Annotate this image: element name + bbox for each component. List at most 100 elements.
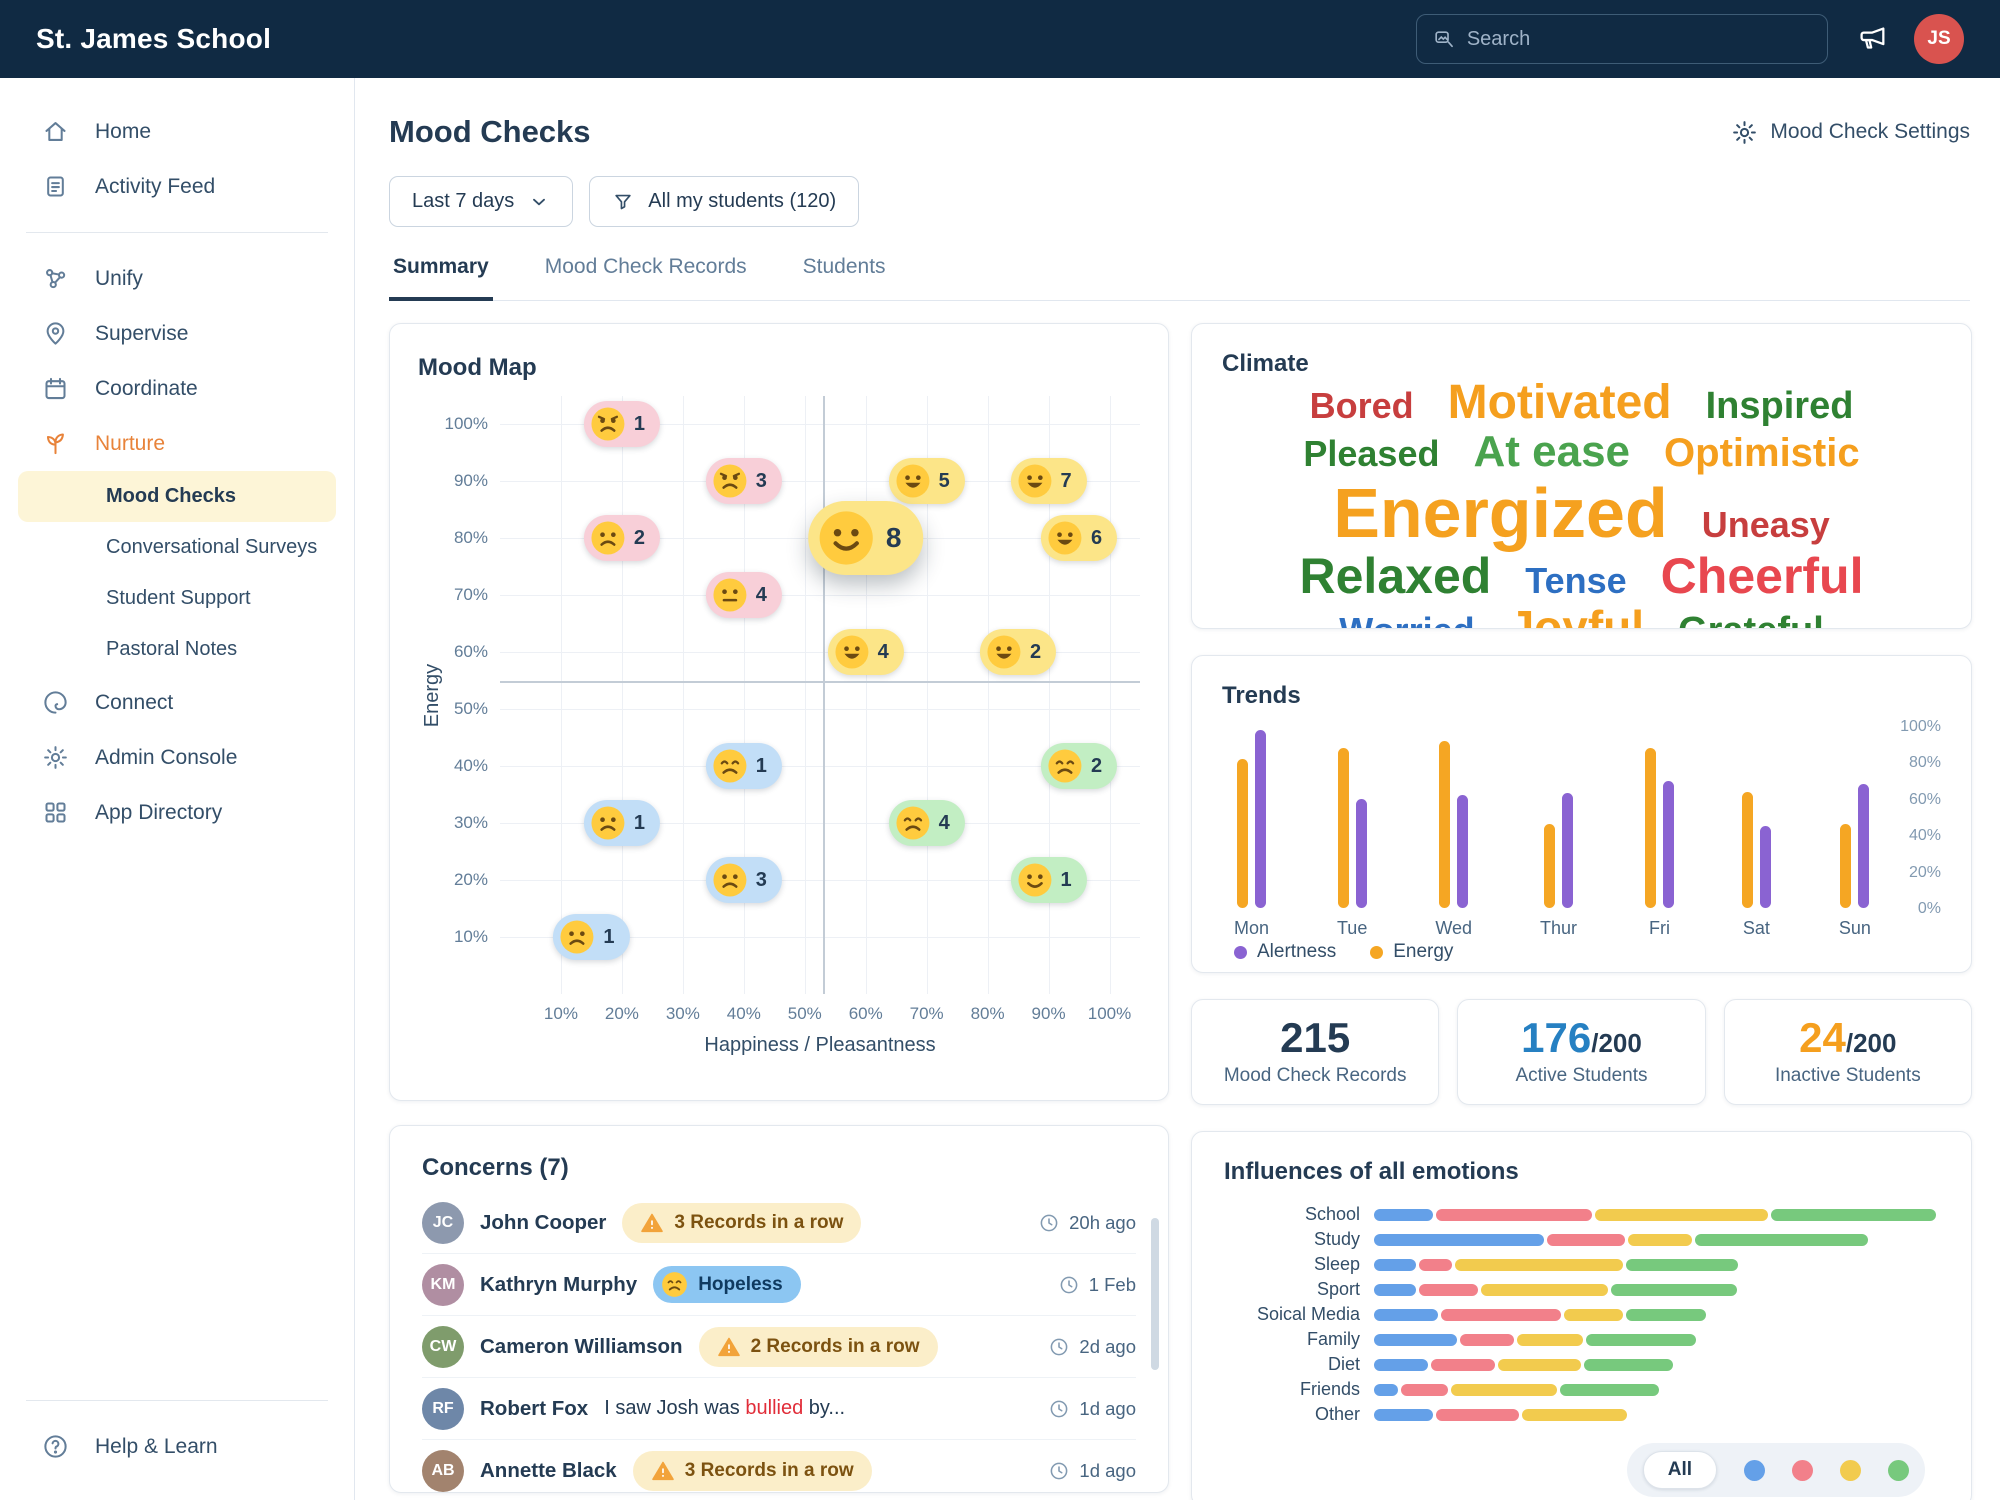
emoji-face-angry bbox=[590, 406, 626, 442]
warning-tag: 2 Records in a row bbox=[699, 1327, 938, 1367]
filter-all-button[interactable]: All bbox=[1643, 1451, 1717, 1489]
climate-word: Joyful bbox=[1509, 603, 1644, 629]
mood-bubble[interactable]: 2 bbox=[584, 515, 660, 561]
search-input[interactable] bbox=[1467, 28, 1811, 51]
stat-value: 176 bbox=[1521, 1014, 1591, 1061]
influence-segment-yellow bbox=[1498, 1359, 1581, 1371]
mood-bubble[interactable]: 4 bbox=[889, 800, 965, 846]
filter-dot-red[interactable] bbox=[1792, 1460, 1813, 1481]
mood-bubble[interactable]: 1 bbox=[553, 914, 629, 960]
sidebar-item-conversational-surveys[interactable]: Conversational Surveys bbox=[18, 522, 336, 573]
mood-bubble[interactable]: 3 bbox=[706, 458, 782, 504]
sidebar-item-supervise[interactable]: Supervise bbox=[0, 306, 354, 361]
alertness-bar[interactable] bbox=[1457, 795, 1468, 908]
energy-bar[interactable] bbox=[1544, 824, 1555, 908]
sidebar-item-nurture[interactable]: Nurture bbox=[0, 416, 354, 471]
mood-bubble[interactable]: 5 bbox=[889, 458, 965, 504]
filter-dot-green[interactable] bbox=[1888, 1460, 1909, 1481]
tab-mood-check-records[interactable]: Mood Check Records bbox=[541, 255, 751, 300]
trends-day-group: Fri bbox=[1645, 726, 1674, 939]
climate-word: Grateful bbox=[1678, 611, 1824, 629]
scrollbar-thumb[interactable] bbox=[1151, 1218, 1159, 1370]
influence-segment-yellow bbox=[1451, 1384, 1557, 1396]
y-tick: 20% bbox=[454, 870, 488, 890]
stats-row: 215 Mood Check Records 176/200 Active St… bbox=[1191, 999, 1972, 1105]
concern-row[interactable]: AB Annette Black 3 Records in a row 1d a… bbox=[422, 1440, 1136, 1493]
filter-dot-blue[interactable] bbox=[1744, 1460, 1765, 1481]
sidebar-item-label: Coordinate bbox=[95, 377, 198, 401]
emoji-face-smile bbox=[817, 509, 875, 567]
announcements-icon[interactable] bbox=[1856, 23, 1888, 55]
sidebar-item-mood-checks[interactable]: Mood Checks bbox=[18, 471, 336, 522]
sidebar-item-home[interactable]: Home bbox=[0, 104, 354, 159]
concern-row[interactable]: KM Kathryn Murphy Hopeless 1 Feb bbox=[422, 1254, 1136, 1316]
trends-day-group: Sun bbox=[1839, 726, 1871, 939]
energy-bar[interactable] bbox=[1237, 759, 1248, 908]
sidebar-item-help-learn[interactable]: Help & Learn bbox=[0, 1419, 354, 1474]
students-filter-button[interactable]: All my students (120) bbox=[589, 176, 859, 227]
concern-row[interactable]: RF Robert Fox I saw Josh was bullied by.… bbox=[422, 1378, 1136, 1440]
mood-tag: Hopeless bbox=[653, 1266, 800, 1303]
sidebar-item-student-support[interactable]: Student Support bbox=[18, 573, 336, 624]
influence-label: Diet bbox=[1224, 1354, 1374, 1375]
search-box[interactable] bbox=[1416, 14, 1828, 64]
mood-bubble[interactable]: 3 bbox=[706, 857, 782, 903]
legend-alertness: Alertness bbox=[1234, 941, 1336, 963]
influence-row: Diet bbox=[1224, 1352, 1939, 1377]
sidebar-item-activity-feed[interactable]: Activity Feed bbox=[0, 159, 354, 214]
mood-bubble[interactable]: 1 bbox=[706, 743, 782, 789]
mood-bubble-count: 6 bbox=[1091, 527, 1102, 550]
alertness-bar[interactable] bbox=[1356, 799, 1367, 908]
alertness-bar[interactable] bbox=[1562, 793, 1573, 908]
alertness-bar[interactable] bbox=[1858, 784, 1869, 908]
emoji-face-calm bbox=[895, 805, 931, 841]
mood-bubble[interactable]: 2 bbox=[980, 629, 1056, 675]
stat-value: 215 bbox=[1280, 1014, 1350, 1061]
trends-day-group: Tue bbox=[1337, 726, 1367, 939]
mood-bubble[interactable]: 4 bbox=[828, 629, 904, 675]
clock-icon bbox=[1038, 1212, 1060, 1234]
mood-bubble-count: 4 bbox=[939, 812, 950, 835]
mood-bubble[interactable]: 1 bbox=[1011, 857, 1087, 903]
energy-bar[interactable] bbox=[1742, 792, 1753, 908]
tab-summary[interactable]: Summary bbox=[389, 255, 493, 301]
climate-word: At ease bbox=[1473, 429, 1630, 476]
influence-segment-yellow bbox=[1595, 1209, 1768, 1221]
sidebar-item-pastoral-notes[interactable]: Pastoral Notes bbox=[18, 624, 336, 675]
mood-bubble[interactable]: 7 bbox=[1011, 458, 1087, 504]
trends-groups: Mon Tue Wed Thur Fri bbox=[1222, 726, 1883, 939]
mood-bubble[interactable]: 2 bbox=[1041, 743, 1117, 789]
climate-word: Relaxed bbox=[1300, 550, 1492, 603]
alertness-bar[interactable] bbox=[1663, 781, 1674, 908]
influence-segment-blue bbox=[1374, 1309, 1438, 1321]
alertness-bar[interactable] bbox=[1760, 826, 1771, 908]
sidebar-item-coordinate[interactable]: Coordinate bbox=[0, 361, 354, 416]
alertness-bar[interactable] bbox=[1255, 730, 1266, 908]
filter-dot-yellow[interactable] bbox=[1840, 1460, 1861, 1481]
energy-bar[interactable] bbox=[1645, 748, 1656, 908]
influence-segment-green bbox=[1626, 1309, 1706, 1321]
user-avatar[interactable]: JS bbox=[1914, 14, 1964, 64]
mood-bubble[interactable]: 1 bbox=[584, 401, 660, 447]
mood-bubble[interactable]: 1 bbox=[584, 800, 660, 846]
concern-row[interactable]: JC John Cooper 3 Records in a row 20h ag… bbox=[422, 1192, 1136, 1254]
trends-day-group: Sat bbox=[1742, 726, 1771, 939]
emoji-face-angry bbox=[712, 463, 748, 499]
sidebar-item-unify[interactable]: Unify bbox=[0, 251, 354, 306]
sidebar-item-connect[interactable]: Connect bbox=[0, 675, 354, 730]
mood-bubble[interactable]: 8 bbox=[808, 501, 924, 575]
mood-bubble[interactable]: 4 bbox=[706, 572, 782, 618]
energy-bar[interactable] bbox=[1439, 741, 1450, 908]
concern-row[interactable]: CW Cameron Williamson 2 Records in a row… bbox=[422, 1316, 1136, 1378]
sidebar-item-label: Admin Console bbox=[95, 746, 237, 770]
sidebar-item-app-directory[interactable]: App Directory bbox=[0, 785, 354, 840]
energy-bar[interactable] bbox=[1840, 824, 1851, 908]
tab-students[interactable]: Students bbox=[799, 255, 890, 300]
mood-bubble[interactable]: 6 bbox=[1041, 515, 1117, 561]
emoji-face-sad bbox=[712, 862, 748, 898]
mood-check-settings-button[interactable]: Mood Check Settings bbox=[1731, 119, 1970, 146]
energy-bar[interactable] bbox=[1338, 748, 1349, 908]
sidebar-item-admin-console[interactable]: Admin Console bbox=[0, 730, 354, 785]
emoji-face-pensive bbox=[712, 748, 748, 784]
date-range-dropdown[interactable]: Last 7 days bbox=[389, 176, 573, 227]
